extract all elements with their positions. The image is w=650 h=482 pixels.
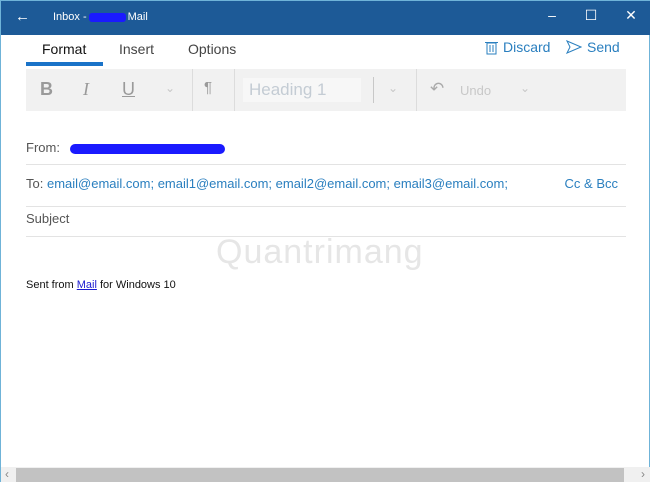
divider xyxy=(192,69,193,111)
send-label: Send xyxy=(587,39,620,55)
italic-button[interactable]: I xyxy=(83,79,89,100)
undo-chevron-icon[interactable]: ⌄ xyxy=(520,81,530,95)
scroll-right-icon[interactable]: › xyxy=(641,467,645,481)
cc-bcc-button[interactable]: Cc & Bcc xyxy=(565,176,618,191)
tab-options[interactable]: Options xyxy=(188,41,236,57)
close-button[interactable]: ✕ xyxy=(621,7,641,24)
send-icon xyxy=(566,40,582,54)
signature-suffix: for Windows 10 xyxy=(96,279,176,291)
send-button[interactable]: Send xyxy=(566,39,620,55)
redacted-account xyxy=(88,12,126,22)
to-label: To: xyxy=(26,176,44,191)
signature-prefix: Sent from xyxy=(26,279,77,291)
divider xyxy=(234,69,235,111)
message-body[interactable]: Sent from Mail for Windows 10 xyxy=(26,279,176,291)
window-title: Inbox - Mail xyxy=(53,11,148,23)
paragraph-format-icon[interactable]: ¶ xyxy=(204,79,212,96)
horizontal-scrollbar[interactable]: ‹ › xyxy=(1,467,650,482)
discard-button[interactable]: Discard xyxy=(485,39,550,55)
underline-button[interactable]: U xyxy=(122,79,135,100)
watermark: Quantrimang xyxy=(216,233,424,271)
divider xyxy=(416,69,417,111)
title-suffix: Mail xyxy=(127,11,148,23)
divider xyxy=(373,77,374,103)
from-row: From: xyxy=(26,140,626,165)
undo-icon[interactable]: ↶ xyxy=(430,79,444,99)
active-tab-indicator xyxy=(26,62,103,66)
mail-link[interactable]: Mail xyxy=(77,279,97,291)
title-bar: ← Inbox - Mail – ☐ ✕ xyxy=(1,1,650,35)
trash-icon xyxy=(485,41,498,54)
from-label: From: xyxy=(26,140,60,155)
format-toolbar: B I U ⌄ ¶ Heading 1 ⌄ ↶ Undo ⌄ xyxy=(26,69,626,111)
bold-button[interactable]: B xyxy=(40,79,53,100)
maximize-button[interactable]: ☐ xyxy=(581,7,601,24)
title-prefix: Inbox - xyxy=(53,11,87,23)
tab-insert[interactable]: Insert xyxy=(119,41,154,57)
scrollbar-thumb[interactable] xyxy=(16,468,624,482)
to-recipients[interactable]: email@email.com; email1@email.com; email… xyxy=(47,176,508,191)
font-options-chevron-icon[interactable]: ⌄ xyxy=(165,81,175,95)
discard-label: Discard xyxy=(503,39,551,55)
style-dropdown-chevron-icon[interactable]: ⌄ xyxy=(388,81,398,95)
back-arrow-icon[interactable]: ← xyxy=(15,8,30,25)
undo-button[interactable]: Undo xyxy=(460,83,491,98)
to-row[interactable]: To: email@email.com; email1@email.com; e… xyxy=(26,176,626,207)
style-select[interactable]: Heading 1 xyxy=(243,78,361,102)
scroll-left-icon[interactable]: ‹ xyxy=(5,467,9,481)
minimize-button[interactable]: – xyxy=(542,7,562,23)
redacted-from-address[interactable] xyxy=(69,143,225,154)
tab-format[interactable]: Format xyxy=(42,41,86,57)
